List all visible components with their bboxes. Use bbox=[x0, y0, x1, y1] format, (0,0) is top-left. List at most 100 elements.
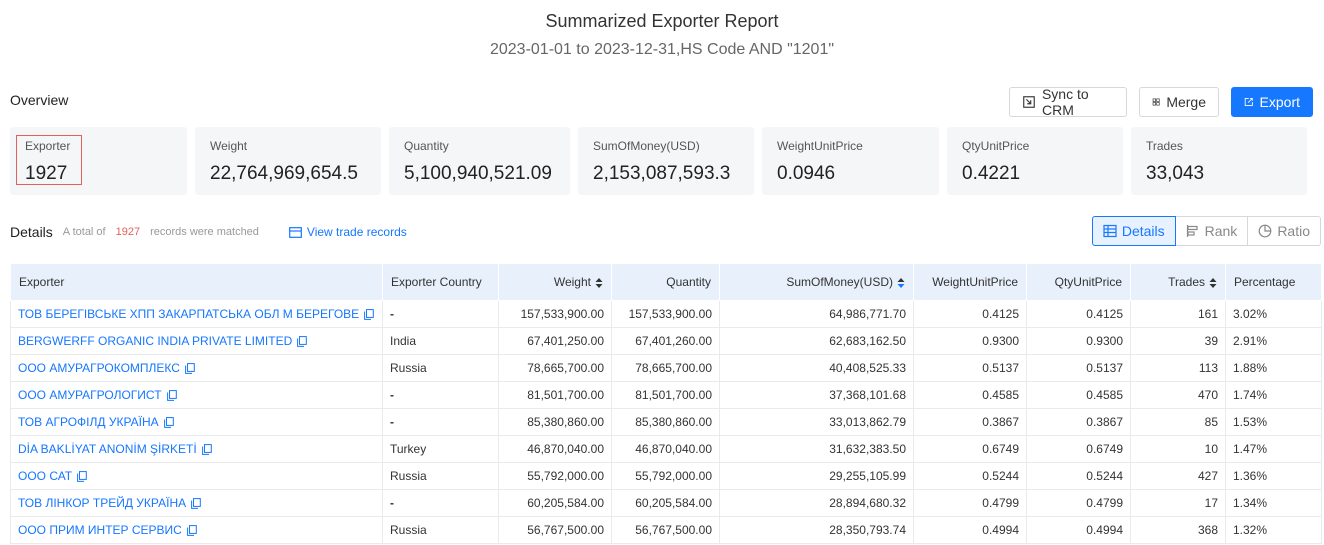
overview-cards: Exporter 1927 Weight 22,764,969,654.5 Qu… bbox=[10, 127, 1307, 195]
cell-weight-value: 56,767,500.00 bbox=[527, 523, 604, 537]
cell-qty-unit-price-value: 0.4125 bbox=[1086, 307, 1123, 321]
col-sum-of-money[interactable]: SumOfMoney(USD) bbox=[719, 263, 914, 301]
export-button[interactable]: Export bbox=[1231, 87, 1313, 117]
tab-details[interactable]: Details bbox=[1091, 216, 1176, 246]
copy-icon[interactable] bbox=[364, 309, 374, 321]
sync-to-crm-button[interactable]: Sync to CRM bbox=[1009, 86, 1127, 118]
tab-rank[interactable]: Rank bbox=[1174, 216, 1249, 246]
cell-country: India bbox=[382, 327, 499, 355]
exporter-link[interactable]: ТОВ ЛІНКОР ТРЕЙД УКРАЇНА bbox=[18, 496, 186, 510]
card-value: 33,043 bbox=[1146, 163, 1205, 184]
cell-qty-unit-price: 0.4125 bbox=[1026, 300, 1131, 328]
copy-icon[interactable] bbox=[297, 336, 308, 348]
cell-sum-of-money-value: 40,408,525.33 bbox=[829, 361, 906, 375]
copy-icon[interactable] bbox=[77, 471, 87, 483]
sort-icon[interactable] bbox=[595, 277, 603, 289]
table-body: ТОВ БЕРЕГІВСЬКЕ ХПП ЗАКАРПАТСЬКА ОБЛ М Б… bbox=[10, 300, 1322, 544]
cell-country: - bbox=[382, 489, 499, 517]
cell-trades: 368 bbox=[1130, 516, 1226, 544]
table-row: DİA BAKLİYAT ANONİM ŞİRKETİ Turkey 46,870,… bbox=[10, 435, 1322, 463]
view-trade-records-label: View trade records bbox=[306, 225, 407, 239]
cell-trades: 113 bbox=[1130, 354, 1226, 382]
card-weight: Weight 22,764,969,654.5 bbox=[195, 127, 381, 195]
cell-quantity-value: 85,380,860.00 bbox=[635, 415, 712, 429]
cell-sum-of-money-value: 28,894,680.32 bbox=[829, 496, 906, 510]
cell-quantity: 67,401,260.00 bbox=[611, 327, 720, 355]
col-quantity-label: Quantity bbox=[666, 275, 711, 289]
exporter-link[interactable]: ООО АМУРАГРОЛОГИСТ bbox=[18, 388, 162, 402]
cell-sum-of-money-value: 64,986,771.70 bbox=[829, 307, 906, 321]
cell-percentage-value: 1.74% bbox=[1233, 388, 1268, 402]
col-exporter-country: Exporter Country bbox=[382, 263, 499, 301]
cell-qty-unit-price: 0.5137 bbox=[1026, 354, 1131, 382]
col-trades[interactable]: Trades bbox=[1130, 263, 1226, 301]
details-header: Details A total of 1927 records were mat… bbox=[10, 222, 407, 242]
card-label: SumOfMoney(USD) bbox=[593, 139, 700, 153]
cell-quantity-value: 60,205,584.00 bbox=[635, 496, 712, 510]
cell-trades-value: 470 bbox=[1197, 388, 1218, 402]
cell-weight: 78,665,700.00 bbox=[498, 354, 612, 382]
merge-button-label: Merge bbox=[1166, 94, 1206, 110]
col-weight-unit-price: WeightUnitPrice bbox=[913, 263, 1027, 301]
cell-quantity-value: 67,401,260.00 bbox=[635, 334, 712, 348]
cell-weight-unit-price: 0.6749 bbox=[913, 435, 1027, 463]
copy-icon[interactable] bbox=[163, 417, 174, 429]
cell-exporter: ООО ПРИМ ИНТЕР СЕРВИС bbox=[10, 516, 383, 544]
exporter-link[interactable]: ООО ПРИМ ИНТЕР СЕРВИС bbox=[18, 523, 182, 537]
cell-qty-unit-price-value: 0.9300 bbox=[1086, 334, 1123, 348]
view-trade-records-link[interactable]: View trade records bbox=[289, 225, 407, 239]
exporter-link[interactable]: ТОВ АГРОФІЛД УКРАЇНА bbox=[18, 415, 159, 429]
cell-country: Russia bbox=[382, 516, 499, 544]
cell-weight-value: 81,501,700.00 bbox=[527, 388, 604, 402]
exporter-link[interactable]: ТОВ БЕРЕГІВСЬКЕ ХПП ЗАКАРПАТСЬКА ОБЛ М Б… bbox=[18, 307, 359, 321]
tab-ratio[interactable]: Ratio bbox=[1247, 216, 1321, 246]
exporter-link[interactable]: ООО АМУРАГРОКОМПЛЕКС bbox=[18, 361, 180, 375]
cell-qty-unit-price-value: 0.6749 bbox=[1086, 442, 1123, 456]
col-weight[interactable]: Weight bbox=[498, 263, 612, 301]
cell-qty-unit-price: 0.4799 bbox=[1026, 489, 1131, 517]
sort-icon[interactable] bbox=[1209, 277, 1217, 289]
table-row: ООО АМУРАГРОЛОГИСТ - 81,501,700.00 81,501,7… bbox=[10, 381, 1322, 409]
sync-button-label: Sync to CRM bbox=[1041, 86, 1089, 118]
cell-trades-value: 39 bbox=[1204, 334, 1218, 348]
highlight-box bbox=[16, 135, 82, 185]
card-label: Quantity bbox=[404, 139, 449, 153]
copy-icon[interactable] bbox=[185, 363, 195, 375]
cell-qty-unit-price-value: 0.5244 bbox=[1086, 469, 1123, 483]
table-row: ООО ПРИМ ИНТЕР СЕРВИС Russia 56,767,500.00… bbox=[10, 516, 1322, 544]
cell-weight: 81,501,700.00 bbox=[498, 381, 612, 409]
card-trades: Trades 33,043 bbox=[1131, 127, 1307, 195]
exporter-link[interactable]: ООО САТ bbox=[18, 469, 72, 483]
cell-country-value: Russia bbox=[390, 361, 427, 375]
rank-icon bbox=[1186, 225, 1198, 237]
copy-icon[interactable] bbox=[191, 498, 201, 510]
cell-sum-of-money-value: 29,255,105.99 bbox=[829, 469, 906, 483]
card-value: 0.0946 bbox=[777, 163, 836, 184]
sort-icon[interactable] bbox=[897, 277, 905, 289]
cell-trades-value: 427 bbox=[1197, 469, 1218, 483]
cell-sum-of-money-value: 33,013,862.79 bbox=[829, 415, 906, 429]
cell-weight: 60,205,584.00 bbox=[498, 489, 612, 517]
col-exporter: Exporter bbox=[10, 263, 383, 301]
merge-button[interactable]: Merge bbox=[1139, 87, 1219, 117]
cell-qty-unit-price: 0.4994 bbox=[1026, 516, 1131, 544]
copy-icon[interactable] bbox=[201, 444, 212, 456]
cell-sum-of-money: 62,683,162.50 bbox=[719, 327, 914, 355]
cell-country-value: India bbox=[390, 334, 417, 348]
cell-percentage: 3.02% bbox=[1225, 300, 1322, 328]
cell-quantity: 55,792,000.00 bbox=[611, 462, 720, 490]
cell-country-value: - bbox=[390, 307, 394, 321]
cell-qty-unit-price: 0.4585 bbox=[1026, 381, 1131, 409]
cell-qty-unit-price-value: 0.4994 bbox=[1086, 523, 1123, 537]
col-quantity: Quantity bbox=[611, 263, 720, 301]
cell-sum-of-money-value: 31,632,383.50 bbox=[829, 442, 906, 456]
col-percentage: Percentage bbox=[1225, 263, 1322, 301]
exporter-link[interactable]: BERGWERFF ORGANIC INDIA PRIVATE LIMITED bbox=[18, 334, 292, 348]
cell-quantity-value: 46,870,040.00 bbox=[635, 442, 712, 456]
copy-icon[interactable] bbox=[166, 390, 177, 402]
cell-qty-unit-price: 0.5244 bbox=[1026, 462, 1131, 490]
exporter-link[interactable]: DİA BAKLİYAT ANONİM ŞİRKETİ bbox=[18, 442, 197, 456]
report-title: Summarized Exporter Report bbox=[545, 11, 779, 31]
cell-sum-of-money: 64,986,771.70 bbox=[719, 300, 914, 328]
copy-icon[interactable] bbox=[186, 525, 197, 537]
